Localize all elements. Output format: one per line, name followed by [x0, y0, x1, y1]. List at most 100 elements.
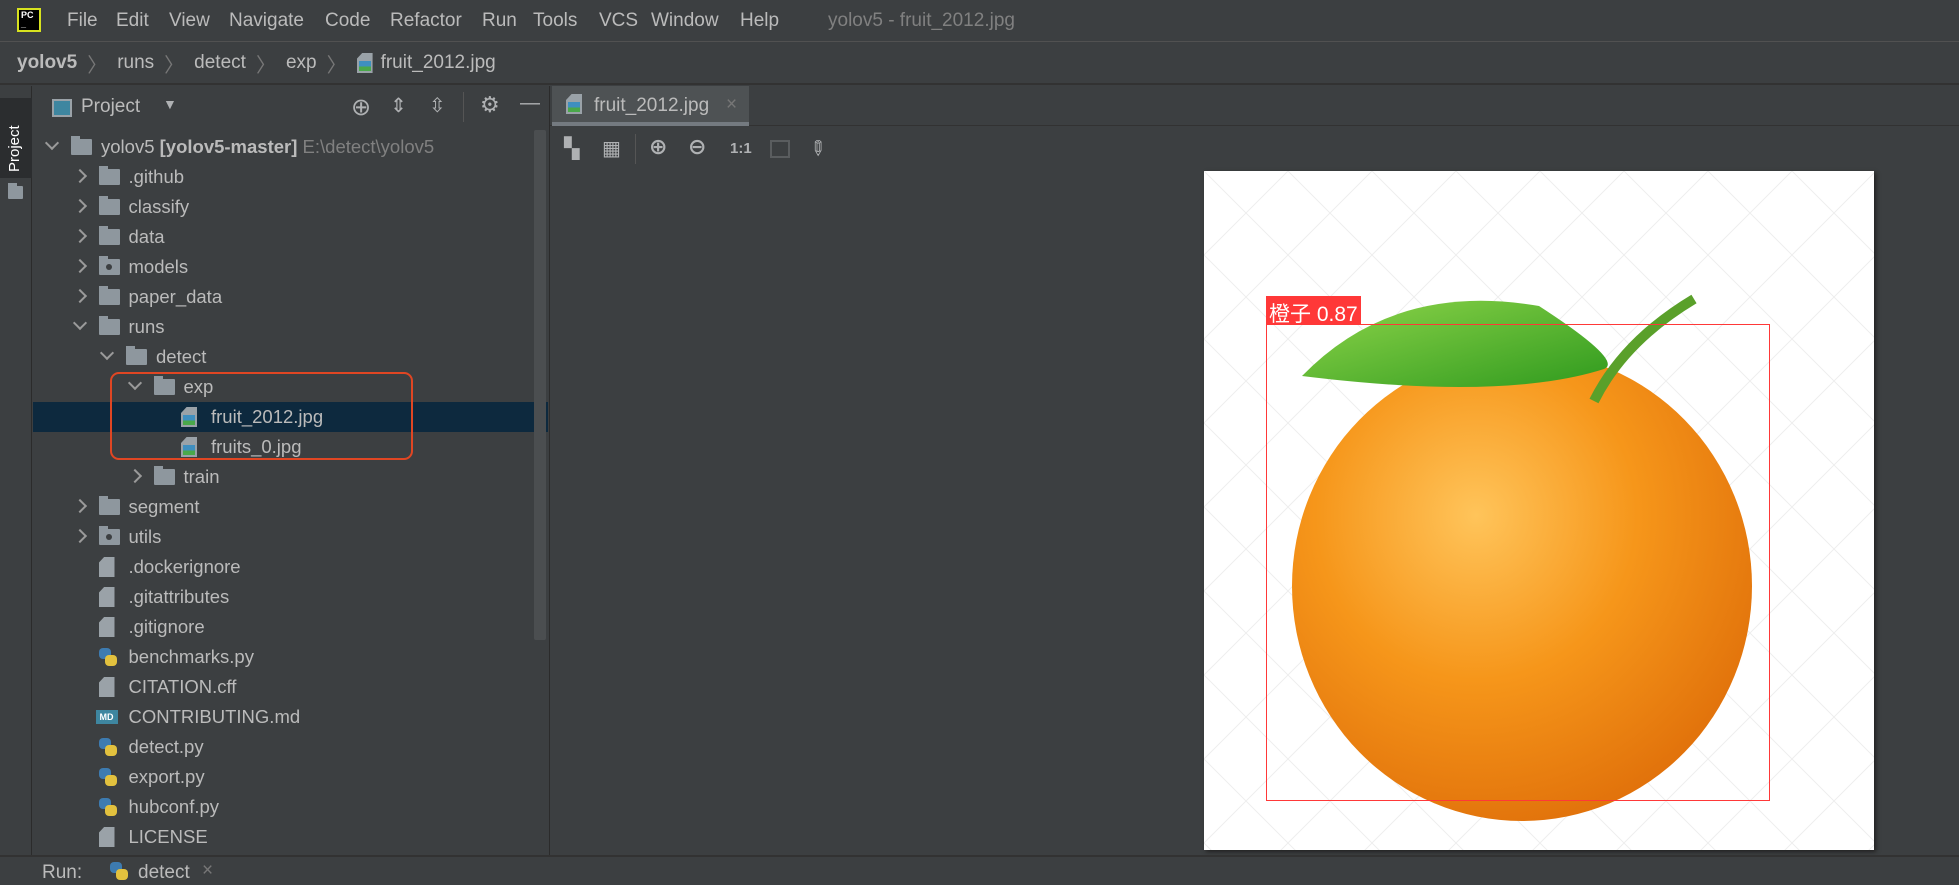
detection-bounding-box: [1266, 324, 1770, 801]
chevron-down-icon[interactable]: [44, 135, 60, 151]
chevron-right-icon: 〉: [164, 54, 185, 77]
tree-item[interactable]: .gitattributes: [33, 582, 548, 612]
image-file-icon: [356, 53, 373, 73]
menu-view[interactable]: View: [169, 10, 210, 32]
color-picker-icon[interactable]: ✎: [803, 134, 833, 164]
minimize-icon[interactable]: —: [520, 92, 540, 115]
tree-item-label: detect.py: [129, 736, 204, 758]
gear-icon[interactable]: ⚙: [480, 92, 500, 118]
divider: [463, 92, 464, 122]
tree-item-label: .dockerignore: [129, 556, 241, 578]
tree-item[interactable]: .github: [33, 162, 548, 192]
project-tool-button[interactable]: Project: [0, 98, 32, 178]
project-panel-header: Project ▼ ⊕ ⇕ ⇳ ⚙ —: [33, 86, 548, 130]
tree-item[interactable]: yolov5 [yolov5-master] E:\detect\yolov5: [33, 132, 548, 162]
chessboard-icon[interactable]: ▚: [564, 136, 579, 161]
actual-size-button[interactable]: 1:1: [730, 140, 752, 157]
locate-icon[interactable]: ⊕: [351, 93, 371, 122]
tree-item[interactable]: detect.py: [33, 732, 548, 762]
tree-item[interactable]: train: [33, 462, 548, 492]
tab-fruit-2012[interactable]: fruit_2012.jpg ×: [552, 86, 749, 126]
text-file-icon: [98, 617, 115, 637]
fit-zoom-icon[interactable]: [770, 140, 790, 158]
tree-item[interactable]: data: [33, 222, 548, 252]
tree-item[interactable]: export.py: [33, 762, 548, 792]
chevron-down-icon[interactable]: [72, 315, 87, 331]
zoom-in-icon[interactable]: ⊕: [649, 134, 667, 160]
tree-item[interactable]: .dockerignore: [33, 552, 548, 582]
tree-item[interactable]: detect: [33, 342, 548, 372]
md-badge: MD: [99, 712, 114, 722]
breadcrumb-detect[interactable]: detect: [194, 52, 246, 74]
menu-help[interactable]: Help: [740, 10, 779, 32]
project-panel: Project ▼ ⊕ ⇕ ⇳ ⚙ — yolov5 [yolov5-maste…: [33, 86, 548, 855]
tree-item[interactable]: hubconf.py: [33, 792, 548, 822]
menu-file[interactable]: File: [67, 10, 98, 32]
chevron-right-icon[interactable]: [72, 258, 87, 274]
breadcrumb-file[interactable]: fruit_2012.jpg: [381, 52, 496, 74]
chevron-right-icon[interactable]: [72, 528, 87, 544]
package-folder-icon: [98, 526, 120, 545]
chevron-right-icon[interactable]: [72, 198, 87, 214]
breadcrumb-runs[interactable]: runs: [117, 52, 154, 74]
tree-item[interactable]: segment: [33, 492, 548, 522]
menu-tools[interactable]: Tools: [533, 10, 577, 32]
text-file-icon: [98, 587, 115, 607]
python-icon: [110, 862, 128, 880]
menu-code[interactable]: Code: [325, 10, 370, 32]
chevron-right-icon[interactable]: [72, 168, 87, 184]
tree-item[interactable]: benchmarks.py: [33, 642, 548, 672]
module-name: [yolov5-master]: [159, 136, 298, 157]
chevron-down-icon[interactable]: [99, 345, 115, 361]
item-name: utils: [128, 526, 162, 547]
menu-vcs[interactable]: VCS: [599, 10, 638, 32]
tree-item[interactable]: .gitignore: [33, 612, 548, 642]
chevron-right-icon[interactable]: [72, 288, 87, 304]
chevron-down-icon[interactable]: ▼: [163, 96, 177, 112]
close-tab-icon[interactable]: ×: [726, 94, 737, 116]
run-tab-detect[interactable]: detect: [138, 862, 190, 884]
menu-edit[interactable]: Edit: [116, 10, 149, 32]
tree-item[interactable]: classify: [33, 192, 548, 222]
python-file-icon: [98, 648, 117, 666]
menu-window[interactable]: Window: [651, 10, 719, 32]
tree-item[interactable]: paper_data: [33, 282, 548, 312]
tree-item-label: CITATION.cff: [129, 676, 237, 698]
item-name: models: [128, 256, 189, 277]
python-file-icon: [98, 798, 117, 816]
expand-all-icon[interactable]: ⇕: [390, 93, 407, 118]
item-name: data: [128, 226, 165, 247]
markdown-file-icon: MD: [95, 710, 118, 724]
highlight-annotation-box: [110, 372, 413, 460]
item-name: .github: [128, 166, 185, 187]
folder-icon: [126, 346, 147, 365]
tree-item[interactable]: MD CONTRIBUTING.md: [33, 702, 548, 732]
close-run-tab-icon[interactable]: ×: [202, 860, 213, 882]
folder-icon: [98, 286, 120, 305]
tree-item[interactable]: utils: [33, 522, 548, 552]
run-tool-bar: Run: detect ×: [0, 855, 1959, 885]
breadcrumb-exp[interactable]: exp: [286, 52, 317, 74]
image-toolbar: ▚ ▦ ⊕ ⊖ 1:1 ✎: [550, 134, 950, 166]
chevron-right-icon[interactable]: [127, 468, 142, 484]
text-file-icon: [98, 827, 115, 847]
project-view-icon: [52, 99, 72, 117]
tree-item[interactable]: LICENSE: [33, 822, 548, 852]
menu-refactor[interactable]: Refactor: [390, 10, 462, 32]
tree-item[interactable]: models: [33, 252, 548, 282]
menu-run[interactable]: Run: [482, 10, 517, 32]
chevron-right-icon[interactable]: [72, 228, 87, 244]
breadcrumb-yolov5[interactable]: yolov5: [17, 52, 77, 74]
chevron-right-icon[interactable]: [72, 498, 87, 514]
zoom-out-icon[interactable]: ⊖: [688, 134, 706, 160]
tree-scrollbar[interactable]: [534, 130, 546, 640]
project-view-selector[interactable]: Project: [81, 96, 140, 118]
detection-label: 橙子 0.87: [1266, 296, 1361, 326]
grid-icon[interactable]: ▦: [602, 136, 621, 161]
tree-item[interactable]: CITATION.cff: [33, 672, 548, 702]
menu-navigate[interactable]: Navigate: [229, 10, 304, 32]
collapse-all-icon[interactable]: ⇳: [429, 93, 446, 118]
item-name: CONTRIBUTING.md: [128, 706, 301, 727]
pycharm-logo-icon: PC _: [17, 8, 41, 32]
tree-item[interactable]: runs: [33, 312, 548, 342]
